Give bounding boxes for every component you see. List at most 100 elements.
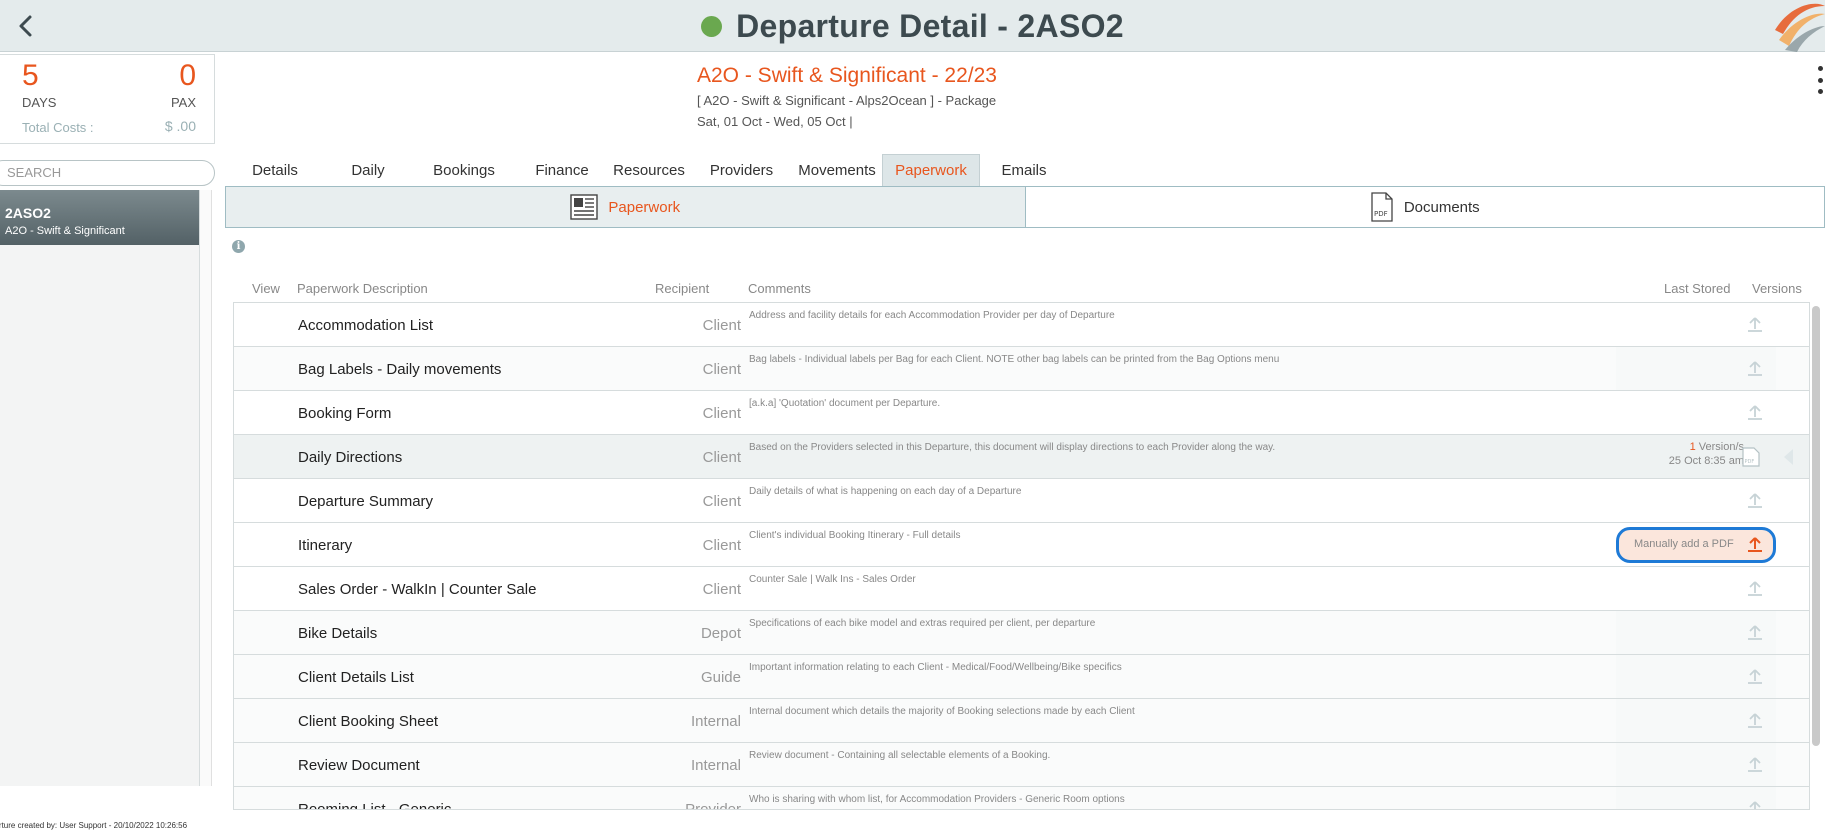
row-comment: Bag labels - Individual labels per Bag f… [749, 354, 1280, 365]
departure-title: A2O - Swift & Significant - 22/23 [697, 64, 997, 87]
table-row[interactable]: Bag Labels - Daily movements Client Bag … [234, 347, 1809, 391]
page-title: Departure Detail - 2ASO2 [736, 7, 1124, 44]
row-description: Bag Labels - Daily movements [298, 361, 502, 378]
table-scrollbar[interactable] [1812, 306, 1820, 746]
days-value: 5 [22, 59, 39, 92]
search-input[interactable]: SEARCH [0, 160, 215, 186]
row-recipient: Client [702, 537, 741, 554]
upload-icon[interactable] [1744, 578, 1766, 600]
row-comment: Review document - Containing all selecta… [749, 750, 1051, 761]
table-row[interactable]: Departure Summary Client Daily details o… [234, 479, 1809, 523]
upload-icon[interactable] [1744, 666, 1766, 688]
sidebar-scrollbar[interactable] [200, 190, 212, 786]
row-description: Departure Summary [298, 493, 434, 510]
table-row[interactable]: Client Details List Guide Important info… [234, 655, 1809, 699]
tab-bar: Details Daily Bookings Finance Resources… [225, 154, 1068, 186]
title-wrap: Departure Detail - 2ASO2 [0, 0, 1825, 52]
version-count: 1 [1689, 441, 1696, 453]
last-stored-date: 25 Oct 8:35 am [1668, 455, 1744, 467]
upload-icon[interactable] [1744, 622, 1766, 644]
row-recipient: Client [702, 449, 741, 466]
col-comments: Comments [748, 281, 811, 296]
status-dot [701, 15, 723, 37]
row-description: Daily Directions [298, 449, 403, 466]
row-comment: Specifications of each bike model and ex… [749, 618, 1096, 629]
upload-icon[interactable] [1744, 798, 1766, 810]
row-recipient: Client [702, 317, 741, 334]
pdf-file-icon: PDF [1371, 192, 1393, 222]
row-recipient: Client [702, 581, 741, 598]
subtab-paperwork-label: Paperwork [608, 198, 681, 216]
row-comment: Daily details of what is happening on ea… [749, 486, 1022, 497]
pdf-file-icon[interactable]: PDF [1742, 447, 1760, 467]
tab-movements[interactable]: Movements [792, 154, 882, 186]
col-description: Paperwork Description [297, 281, 428, 296]
row-comment: Based on the Providers selected in this … [749, 442, 1276, 453]
table-row[interactable]: Sales Order - WalkIn | Counter Sale Clie… [234, 567, 1809, 611]
tab-daily[interactable]: Daily [325, 154, 411, 186]
table-row[interactable]: Daily Directions Client Based on the Pro… [234, 435, 1809, 479]
pax-label: PAX [170, 95, 196, 110]
upload-icon[interactable] [1744, 358, 1766, 380]
sidebar-item-2aso2[interactable]: 2ASO2 A2O - Swift & Significant [0, 190, 199, 245]
pax-value: 0 [179, 59, 196, 92]
svg-text:PDF: PDF [1374, 210, 1388, 218]
row-description: Bike Details [298, 625, 378, 642]
upload-icon[interactable] [1744, 710, 1766, 732]
row-comment: Counter Sale | Walk Ins - Sales Order [749, 574, 916, 585]
tab-bookings[interactable]: Bookings [411, 154, 517, 186]
row-recipient: Internal [690, 757, 741, 774]
upload-icon[interactable] [1744, 534, 1766, 556]
top-header: Departure Detail - 2ASO2 [0, 0, 1825, 52]
col-last-stored: Last Stored [1664, 281, 1731, 296]
row-recipient: Internal [690, 713, 741, 730]
subtab-documents-label: Documents [1403, 198, 1480, 216]
row-recipient: Depot [700, 625, 741, 642]
departure-subtitle: [ A2O - Swift & Significant - Alps2Ocean… [697, 93, 997, 108]
paperwork-subtabs: Paperwork PDF Documents [225, 186, 1825, 228]
upload-icon[interactable] [1744, 490, 1766, 512]
row-recipient: Provider [685, 801, 741, 810]
table-row[interactable]: Review Document Internal Review document… [234, 743, 1809, 787]
row-description: Client Booking Sheet [298, 713, 439, 730]
total-costs-label: Total Costs : [22, 120, 94, 135]
table-row[interactable]: Bike Details Depot Specifications of eac… [234, 611, 1809, 655]
row-comment: Who is sharing with whom list, for Accom… [749, 794, 1125, 805]
table-row[interactable]: Accommodation List Client Address and fa… [234, 303, 1809, 347]
days-label: DAYS [22, 95, 57, 110]
row-recipient: Client [702, 493, 741, 510]
tab-providers[interactable]: Providers [691, 154, 792, 186]
expand-arrow-icon[interactable] [1784, 449, 1793, 465]
table-row[interactable]: Rooming List - Generic Provider Who is s… [234, 787, 1809, 810]
version-info: 1 Version/s 25 Oct 8:35 am [1584, 440, 1744, 468]
upload-icon[interactable] [1744, 754, 1766, 776]
info-icon[interactable]: i [232, 240, 245, 253]
tab-paperwork[interactable]: Paperwork [882, 154, 980, 186]
col-recipient: Recipient [655, 281, 710, 296]
row-description: Rooming List - Generic [298, 801, 452, 810]
col-versions: Versions [1752, 281, 1802, 296]
total-costs-value: $ .00 [164, 118, 196, 134]
upload-icon[interactable] [1744, 314, 1766, 336]
tab-emails[interactable]: Emails [980, 154, 1068, 186]
departure-header: A2O - Swift & Significant - 22/23 [ A2O … [697, 64, 997, 129]
upload-icon[interactable] [1744, 402, 1766, 424]
tab-resources[interactable]: Resources [607, 154, 691, 186]
col-view: View [252, 281, 280, 296]
table-row[interactable]: Booking Form Client [a.k.a] 'Quotation' … [234, 391, 1809, 435]
paperwork-table: Accommodation List Client Address and fa… [233, 302, 1810, 810]
row-comment: Address and facility details for each Ac… [749, 310, 1115, 321]
more-menu-icon[interactable] [1815, 66, 1825, 94]
tab-finance[interactable]: Finance [517, 154, 607, 186]
tab-details[interactable]: Details [225, 154, 325, 186]
row-recipient: Client [702, 405, 741, 422]
table-row[interactable]: Itinerary Client Client's individual Boo… [234, 523, 1809, 567]
departure-dates: Sat, 01 Oct - Wed, 05 Oct | [697, 114, 853, 129]
row-comment: Internal document which details the majo… [749, 706, 1135, 717]
row-description: Itinerary [298, 537, 353, 554]
stats-panel: 5 DAYS 0 PAX Total Costs : $ .00 [0, 54, 215, 144]
table-row[interactable]: Client Booking Sheet Internal Internal d… [234, 699, 1809, 743]
sidebar-item-code: 2ASO2 [5, 205, 51, 221]
subtab-documents[interactable]: PDF Documents [1025, 187, 1824, 227]
subtab-paperwork[interactable]: Paperwork [226, 187, 1026, 227]
